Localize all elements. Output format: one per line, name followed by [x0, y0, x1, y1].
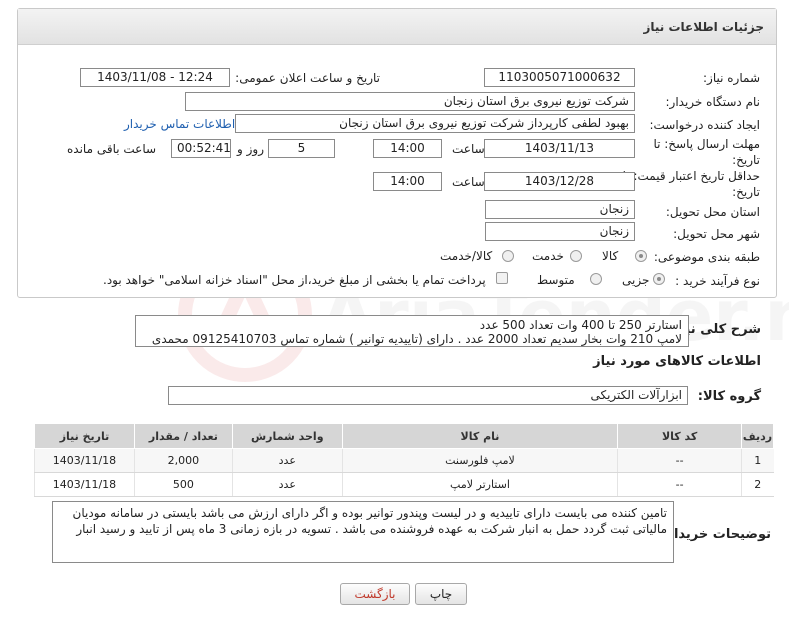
table-row[interactable]: 2 -- استارتر لامپ عدد 500 1403/11/18 — [34, 472, 774, 497]
cell-qty: 2,000 — [133, 448, 233, 473]
category-label: طبقه بندی موضوعی: — [653, 250, 760, 264]
goods-table: ردیف کد کالا نام کالا واحد شمارش تعداد /… — [34, 423, 774, 497]
need-desc-line2: لامپ 210 وات بخار سدیم تعداد 2000 عدد . … — [151, 332, 682, 346]
process-medium-radio[interactable] — [590, 273, 602, 285]
process-partial-label: جزیی — [622, 273, 650, 287]
process-partial-radio[interactable] — [653, 273, 665, 285]
province-field[interactable]: زنجان — [485, 200, 635, 219]
category-goods-radio[interactable] — [635, 250, 647, 262]
col-code: کد کالا — [617, 423, 743, 449]
cell-name: استارتر لامپ — [341, 472, 618, 497]
price-time-label: ساعت — [452, 175, 485, 189]
back-button[interactable]: بازگشت — [340, 583, 410, 605]
send-time-label: ساعت — [452, 142, 485, 156]
panel-title: جزئیات اطلاعات نیاز — [643, 20, 764, 34]
need-desc-field[interactable]: استارتر 250 تا 400 وات تعداد 500 عدد لام… — [135, 315, 689, 347]
announce-date-field[interactable]: 1403/11/08 - 12:24 — [80, 68, 230, 87]
cell-date: 1403/11/18 — [34, 448, 135, 473]
cell-qty: 500 — [133, 472, 233, 497]
cell-name: لامپ فلورسنت — [341, 448, 618, 473]
print-button[interactable]: چاپ — [415, 583, 467, 605]
goods-table-header: ردیف کد کالا نام کالا واحد شمارش تعداد /… — [34, 423, 774, 449]
category-service-label: خدمت — [532, 249, 564, 263]
buyer-contact-link[interactable]: اطلاعات تماس خریدار — [124, 117, 235, 131]
province-label: استان محل تحویل: — [665, 205, 760, 219]
price-date-field[interactable]: 1403/12/28 — [484, 172, 635, 191]
treasury-payment-checkbox[interactable] — [496, 272, 508, 284]
send-date-field[interactable]: 1403/11/13 — [484, 139, 635, 158]
process-label: نوع فرآیند خرید : — [675, 274, 760, 288]
panel-header: جزئیات اطلاعات نیاز — [18, 9, 776, 45]
category-goods-label: کالا — [602, 249, 619, 263]
requester-label: ایجاد کننده درخواست: — [649, 118, 760, 132]
requester-field[interactable]: بهبود لطفی کارپرداز شرکت توزیع نیروی برق… — [235, 114, 635, 133]
col-name: نام کالا — [341, 423, 619, 449]
treasury-payment-note: پرداخت تمام یا بخشی از مبلغ خرید،از محل … — [103, 273, 486, 287]
announce-date-label: تاریخ و ساعت اعلان عمومی: — [235, 71, 380, 85]
cell-code: -- — [617, 472, 742, 497]
city-label: شهر محل تحویل: — [673, 227, 760, 241]
cell-code: -- — [617, 448, 742, 473]
cell-unit: عدد — [231, 448, 343, 473]
remaining-label: ساعت باقی مانده — [67, 142, 157, 156]
goods-group-label: گروه کالا: — [697, 389, 761, 404]
buyer-org-label: نام دستگاه خریدار: — [665, 95, 761, 109]
cell-row: 1 — [741, 448, 774, 473]
buyer-org-field[interactable]: شرکت توزیع نیروی برق استان زنجان — [185, 92, 635, 111]
table-row[interactable]: 1 -- لامپ فلورسنت عدد 2,000 1403/11/18 — [34, 448, 774, 473]
goods-section-title: اطلاعات کالاهای مورد نیاز — [593, 354, 761, 369]
category-goods-service-radio[interactable] — [502, 250, 514, 262]
process-medium-label: متوسط — [537, 273, 575, 287]
days-field[interactable]: 5 — [268, 139, 335, 158]
col-qty: تعداد / مقدار — [133, 423, 233, 449]
remaining-time-field[interactable]: 00:52:41 — [171, 139, 231, 158]
col-row: ردیف — [741, 423, 774, 449]
category-goods-service-label: کالا/خدمت — [440, 249, 493, 263]
cell-unit: عدد — [231, 472, 343, 497]
buyer-notes-field[interactable]: تامین کننده می بایست دارای تاییدیه و در … — [52, 501, 674, 563]
goods-group-field[interactable]: ابزارآلات الکتریکی — [168, 386, 688, 405]
col-unit: واحد شمارش — [231, 423, 343, 449]
send-time-field[interactable]: 14:00 — [373, 139, 442, 158]
city-field[interactable]: زنجان — [485, 222, 635, 241]
days-label: روز و — [237, 142, 264, 156]
need-number-label: شماره نیاز: — [703, 71, 760, 85]
need-number-field[interactable]: 1103005071000632 — [484, 68, 635, 87]
cell-row: 2 — [741, 472, 774, 497]
price-time-field[interactable]: 14:00 — [373, 172, 442, 191]
category-service-radio[interactable] — [570, 250, 582, 262]
col-date: تاریخ نیاز — [34, 423, 135, 449]
buyer-notes-label: توضیحات خریدار: — [661, 527, 771, 542]
send-deadline-label: مهلت ارسال پاسخ: تا تاریخ: — [653, 137, 760, 167]
cell-date: 1403/11/18 — [34, 472, 135, 497]
need-desc-line1: استارتر 250 تا 400 وات تعداد 500 عدد — [479, 318, 682, 332]
